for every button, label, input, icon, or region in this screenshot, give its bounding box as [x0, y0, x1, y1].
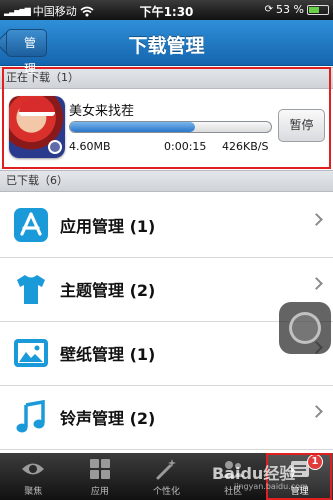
assistive-touch-ring-icon: [289, 312, 321, 344]
watermark-url: jingyan.baidu.com: [234, 482, 308, 491]
picture-icon: [14, 339, 48, 367]
chevron-right-icon: [310, 277, 323, 290]
manage-item-label: 应用管理 (1): [60, 217, 156, 236]
app-store-icon: [14, 208, 48, 242]
tab-personalize[interactable]: 个性化: [133, 453, 200, 500]
status-bar: ▂▃▅▆▇ 中国移动 下午1:30 ⟳ 53 %: [0, 0, 333, 20]
manage-item-ringtones[interactable]: 铃声管理 (2): [0, 386, 333, 450]
tab-label: 个性化: [152, 487, 180, 497]
assistive-touch-button[interactable]: [279, 302, 331, 354]
status-right: ⟳ 53 %: [265, 3, 329, 16]
grid-icon: [89, 459, 110, 479]
manage-item-label: 主题管理 (2): [60, 281, 156, 300]
red-highlight-box: [2, 67, 331, 169]
page-title: 下载管理: [128, 35, 205, 57]
tshirt-icon: [17, 275, 45, 304]
back-button[interactable]: 管理: [6, 29, 48, 76]
battery-percent: 53 %: [276, 3, 304, 16]
tab-focus[interactable]: 聚焦: [0, 453, 67, 500]
chevron-right-icon: [310, 405, 323, 418]
lock-rotation-icon: ⟳: [264, 4, 274, 15]
chevron-right-icon: [310, 213, 323, 226]
manage-item-label: 铃声管理 (2): [60, 409, 156, 428]
tab-label: 聚焦: [24, 487, 43, 497]
watermark-logo: Baidu经验: [212, 464, 296, 483]
magic-wand-icon: [156, 459, 177, 480]
section-header-downloaded: 已下载（6）: [0, 170, 333, 192]
nav-bar: 管理 下载管理: [0, 20, 333, 76]
manage-item-label: 壁纸管理 (1): [60, 345, 156, 364]
music-note-icon: [16, 399, 45, 433]
tab-label: 应用: [90, 487, 109, 497]
manage-item-apps[interactable]: 应用管理 (1): [0, 194, 333, 258]
tab-apps[interactable]: 应用: [67, 453, 134, 500]
battery-icon: [307, 5, 329, 15]
eye-icon: [22, 463, 45, 475]
